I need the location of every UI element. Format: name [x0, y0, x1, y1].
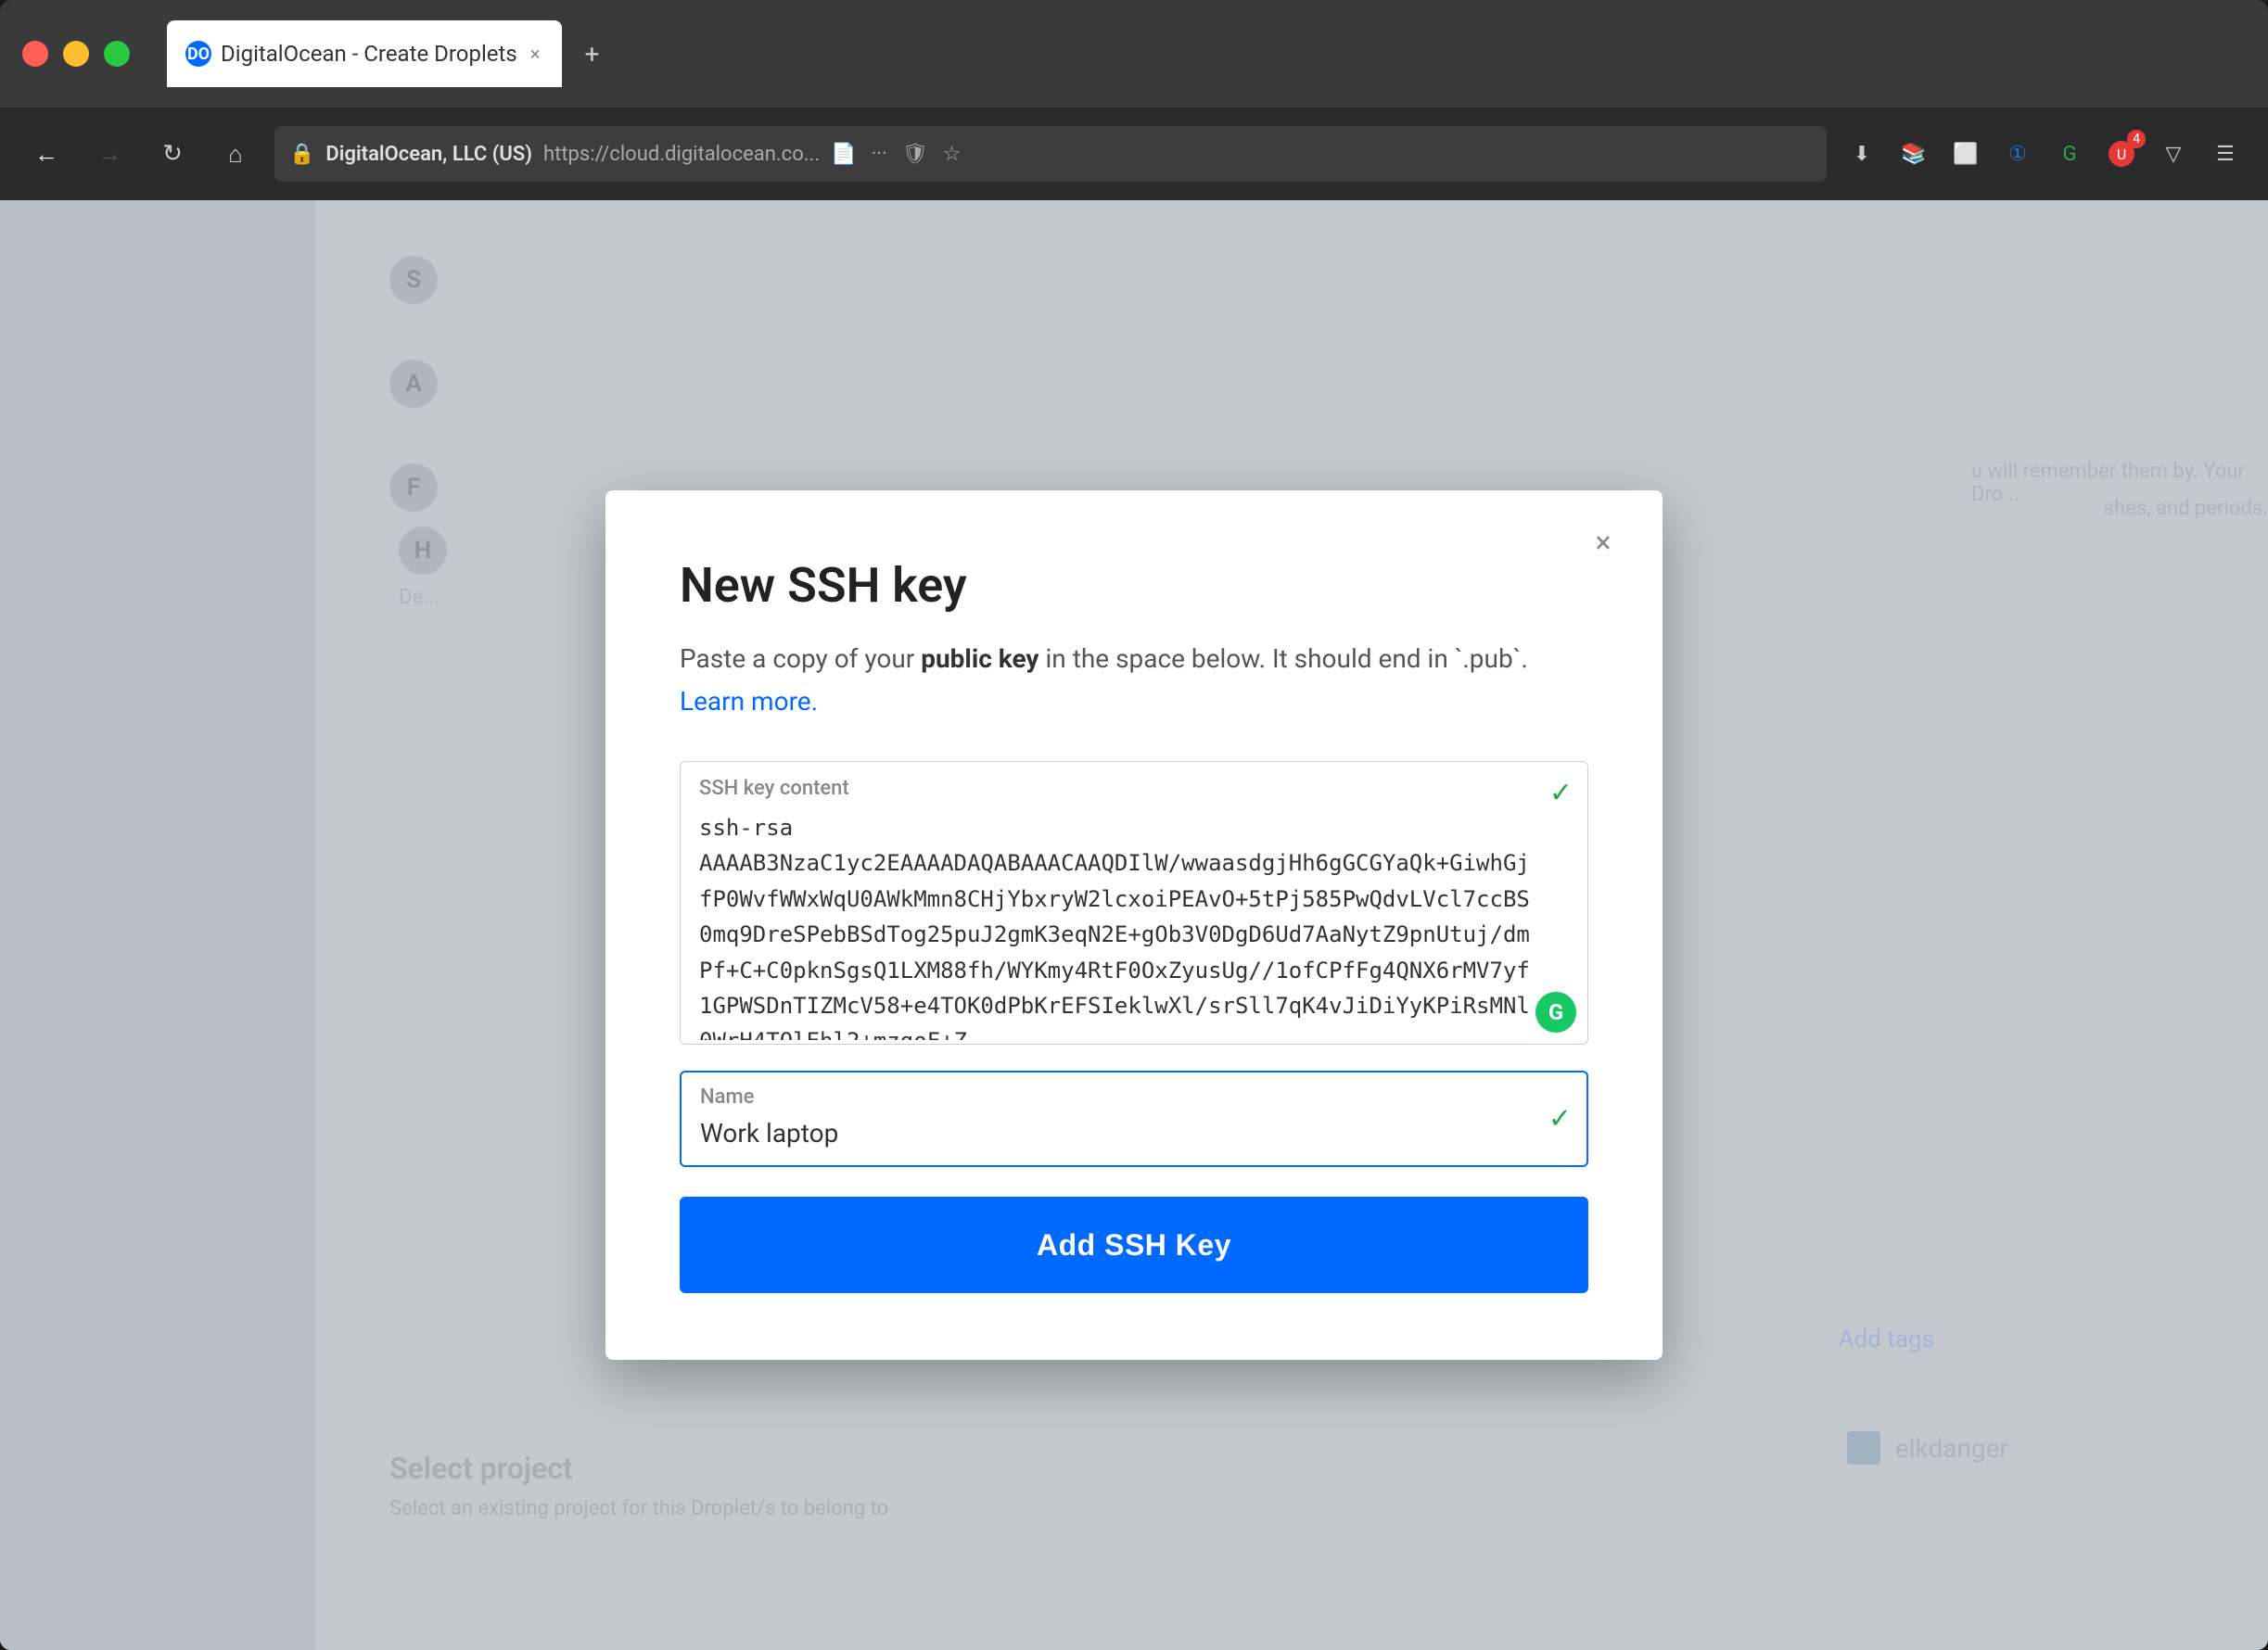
description-prefix: Paste a copy of your — [680, 643, 921, 674]
ssh-key-textarea[interactable]: ssh-rsa AAAAB3NzaC1yc2EAAAADAQABAAACAAQD… — [681, 762, 1587, 1040]
modal-description: Paste a copy of your public key in the s… — [680, 640, 1588, 679]
ssh-key-content-field: SSH key content ✓ ssh-rsa AAAAB3NzaC1yc2… — [680, 761, 1588, 1045]
url-text: https://cloud.digitalocean.co... — [543, 143, 820, 166]
grammarly-icon: G — [1535, 992, 1576, 1033]
bookmarks-icon[interactable]: 📚 — [1893, 133, 1934, 174]
home-button[interactable]: ⌂ — [211, 130, 260, 178]
learn-more-link[interactable]: Learn more. — [680, 686, 818, 717]
traffic-light-maximize[interactable] — [104, 41, 130, 67]
menu-icon[interactable]: ☰ — [2205, 133, 2246, 174]
traffic-lights — [22, 41, 130, 67]
forward-button[interactable]: → — [85, 130, 134, 178]
traffic-light-close[interactable] — [22, 41, 48, 67]
name-input[interactable] — [682, 1072, 1586, 1165]
bookmark-icon[interactable]: 📄 — [831, 143, 856, 166]
download-icon[interactable]: ⬇ — [1841, 133, 1882, 174]
star-icon[interactable]: ☆ — [943, 143, 962, 166]
new-tab-button[interactable]: + — [569, 32, 614, 76]
active-tab[interactable]: DO DigitalOcean - Create Droplets × — [167, 20, 562, 87]
reload-button[interactable]: ↻ — [148, 130, 197, 178]
more-icon[interactable]: ··· — [872, 143, 887, 166]
address-bar[interactable]: 🔒 DigitalOcean, LLC (US) https://cloud.d… — [274, 126, 1827, 182]
vpn-icon[interactable]: ▽ — [2153, 133, 2194, 174]
tab-bar: DO DigitalOcean - Create Droplets × + — [167, 20, 614, 87]
ssh-key-check-icon: ✓ — [1549, 777, 1573, 809]
name-field-label: Name — [700, 1085, 754, 1109]
lock-icon: 🔒 — [289, 143, 314, 166]
sidebar-icon[interactable]: ⬜ — [1945, 133, 1986, 174]
new-ssh-key-modal: × New SSH key Paste a copy of your publi… — [605, 490, 1663, 1360]
browser-window: DO DigitalOcean - Create Droplets × + ← … — [0, 0, 2268, 1650]
password-icon[interactable]: ① — [1997, 133, 2038, 174]
browser-navbar: ← → ↻ ⌂ 🔒 DigitalOcean, LLC (US) https:/… — [0, 108, 2268, 200]
site-name: DigitalOcean, LLC (US) — [325, 143, 532, 166]
page-content: S A F H De... — [0, 200, 2268, 1650]
description-suffix: in the space below. It should end in `.p… — [1039, 643, 1528, 674]
add-ssh-key-button[interactable]: Add SSH Key — [680, 1197, 1588, 1293]
modal-overlay: × New SSH key Paste a copy of your publi… — [0, 200, 2268, 1650]
modal-title: New SSH key — [680, 557, 1588, 614]
tab-title: DigitalOcean - Create Droplets — [221, 41, 517, 67]
name-field-group: Name ✓ — [680, 1071, 1588, 1167]
tab-favicon: DO — [185, 41, 211, 67]
shield-icon[interactable]: 🛡 — [902, 143, 928, 166]
address-bar-icons: 📄 ··· 🛡 ☆ — [831, 143, 961, 166]
traffic-light-minimize[interactable] — [63, 41, 89, 67]
nav-right-icons: ⬇ 📚 ⬜ ① G U 4 ▽ ☰ — [1841, 133, 2246, 174]
browser-titlebar: DO DigitalOcean - Create Droplets × + — [0, 0, 2268, 108]
description-bold: public key — [921, 643, 1038, 674]
tab-close-button[interactable]: × — [527, 39, 544, 69]
name-check-icon: ✓ — [1548, 1103, 1572, 1136]
grammarly-nav-icon[interactable]: G — [2049, 133, 2090, 174]
extension-icon[interactable]: U 4 — [2101, 133, 2142, 174]
ssh-key-label: SSH key content — [699, 777, 849, 800]
modal-close-button[interactable]: × — [1581, 520, 1625, 565]
back-button[interactable]: ← — [22, 130, 70, 178]
